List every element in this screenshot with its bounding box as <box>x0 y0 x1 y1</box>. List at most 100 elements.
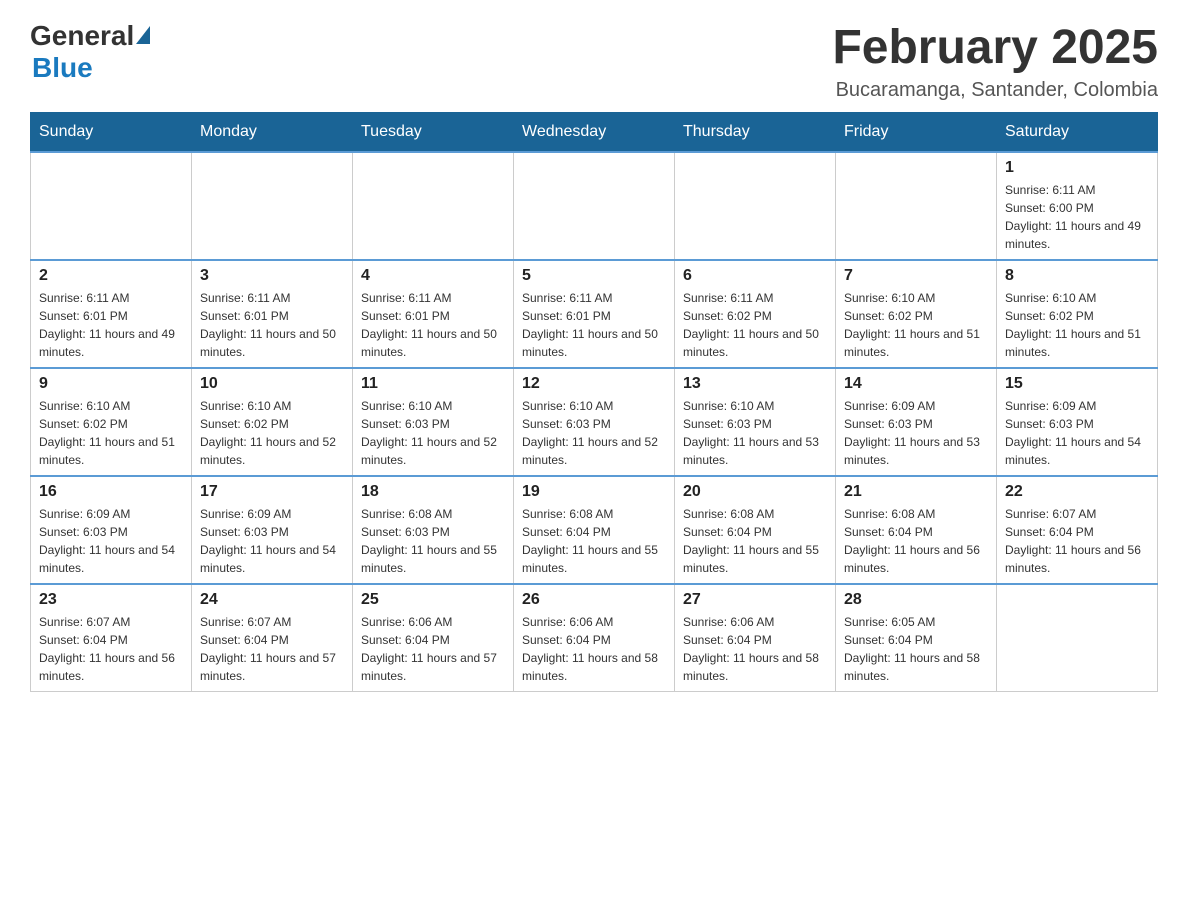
day-info: Sunrise: 6:08 AMSunset: 6:04 PMDaylight:… <box>683 505 827 577</box>
calendar-cell <box>997 584 1158 692</box>
day-number: 19 <box>522 483 666 501</box>
day-number: 16 <box>39 483 183 501</box>
day-number: 26 <box>522 591 666 609</box>
day-number: 15 <box>1005 375 1149 393</box>
calendar-cell: 1 Sunrise: 6:11 AMSunset: 6:00 PMDaylight… <box>997 152 1158 260</box>
calendar-cell <box>514 152 675 260</box>
logo-general-text: General <box>30 20 134 52</box>
header-sunday: Sunday <box>31 113 192 153</box>
day-info: Sunrise: 6:11 AMSunset: 6:02 PMDaylight:… <box>683 289 827 361</box>
day-number: 17 <box>200 483 344 501</box>
week-row-0: 1 Sunrise: 6:11 AMSunset: 6:00 PMDaylight… <box>31 152 1158 260</box>
day-info: Sunrise: 6:11 AMSunset: 6:01 PMDaylight:… <box>361 289 505 361</box>
day-number: 20 <box>683 483 827 501</box>
calendar-cell: 12 Sunrise: 6:10 AMSunset: 6:03 PMDayligh… <box>514 368 675 476</box>
day-number: 9 <box>39 375 183 393</box>
calendar-cell <box>836 152 997 260</box>
day-number: 25 <box>361 591 505 609</box>
calendar-cell: 13 Sunrise: 6:10 AMSunset: 6:03 PMDayligh… <box>675 368 836 476</box>
day-number: 8 <box>1005 267 1149 285</box>
day-number: 12 <box>522 375 666 393</box>
day-number: 1 <box>1005 159 1149 177</box>
week-row-1: 2 Sunrise: 6:11 AMSunset: 6:01 PMDaylight… <box>31 260 1158 368</box>
day-number: 5 <box>522 267 666 285</box>
calendar-cell <box>353 152 514 260</box>
calendar-cell: 19 Sunrise: 6:08 AMSunset: 6:04 PMDayligh… <box>514 476 675 584</box>
calendar-cell: 17 Sunrise: 6:09 AMSunset: 6:03 PMDayligh… <box>192 476 353 584</box>
calendar-cell: 25 Sunrise: 6:06 AMSunset: 6:04 PMDayligh… <box>353 584 514 692</box>
day-info: Sunrise: 6:06 AMSunset: 6:04 PMDaylight:… <box>361 613 505 685</box>
day-number: 11 <box>361 375 505 393</box>
calendar-cell: 23 Sunrise: 6:07 AMSunset: 6:04 PMDayligh… <box>31 584 192 692</box>
calendar-cell: 20 Sunrise: 6:08 AMSunset: 6:04 PMDayligh… <box>675 476 836 584</box>
day-number: 18 <box>361 483 505 501</box>
calendar-cell: 18Sunrise: 6:08 AMSunset: 6:03 PMDayligh… <box>353 476 514 584</box>
week-row-2: 9 Sunrise: 6:10 AMSunset: 6:02 PMDaylight… <box>31 368 1158 476</box>
day-info: Sunrise: 6:10 AMSunset: 6:02 PMDaylight:… <box>844 289 988 361</box>
calendar-cell: 24 Sunrise: 6:07 AMSunset: 6:04 PMDayligh… <box>192 584 353 692</box>
day-number: 24 <box>200 591 344 609</box>
calendar-cell: 16 Sunrise: 6:09 AMSunset: 6:03 PMDayligh… <box>31 476 192 584</box>
day-info: Sunrise: 6:10 AMSunset: 6:02 PMDaylight:… <box>1005 289 1149 361</box>
calendar-table: SundayMondayTuesdayWednesdayThursdayFrid… <box>30 112 1158 692</box>
day-info: Sunrise: 6:11 AMSunset: 6:01 PMDaylight:… <box>522 289 666 361</box>
calendar-cell: 28 Sunrise: 6:05 AMSunset: 6:04 PMDayligh… <box>836 584 997 692</box>
day-info: Sunrise: 6:10 AMSunset: 6:03 PMDaylight:… <box>683 397 827 469</box>
day-info: Sunrise: 6:07 AMSunset: 6:04 PMDaylight:… <box>39 613 183 685</box>
header-thursday: Thursday <box>675 113 836 153</box>
day-number: 21 <box>844 483 988 501</box>
week-row-4: 23 Sunrise: 6:07 AMSunset: 6:04 PMDayligh… <box>31 584 1158 692</box>
calendar-cell <box>31 152 192 260</box>
day-info: Sunrise: 6:05 AMSunset: 6:04 PMDaylight:… <box>844 613 988 685</box>
day-info: Sunrise: 6:07 AMSunset: 6:04 PMDaylight:… <box>200 613 344 685</box>
day-number: 2 <box>39 267 183 285</box>
calendar-header: SundayMondayTuesdayWednesdayThursdayFrid… <box>31 113 1158 153</box>
day-info: Sunrise: 6:09 AMSunset: 6:03 PMDaylight:… <box>1005 397 1149 469</box>
day-number: 7 <box>844 267 988 285</box>
calendar-cell: 2Sunrise: 6:11 AMSunset: 6:01 PMDaylight… <box>31 260 192 368</box>
header-friday: Friday <box>836 113 997 153</box>
calendar-cell: 14 Sunrise: 6:09 AMSunset: 6:03 PMDayligh… <box>836 368 997 476</box>
calendar-cell: 21 Sunrise: 6:08 AMSunset: 6:04 PMDayligh… <box>836 476 997 584</box>
calendar-cell: 4Sunrise: 6:11 AMSunset: 6:01 PMDaylight… <box>353 260 514 368</box>
day-info: Sunrise: 6:06 AMSunset: 6:04 PMDaylight:… <box>522 613 666 685</box>
calendar-cell: 9 Sunrise: 6:10 AMSunset: 6:02 PMDaylight… <box>31 368 192 476</box>
day-info: Sunrise: 6:08 AMSunset: 6:04 PMDaylight:… <box>522 505 666 577</box>
day-info: Sunrise: 6:10 AMSunset: 6:02 PMDaylight:… <box>200 397 344 469</box>
day-info: Sunrise: 6:09 AMSunset: 6:03 PMDaylight:… <box>200 505 344 577</box>
day-info: Sunrise: 6:09 AMSunset: 6:03 PMDaylight:… <box>844 397 988 469</box>
location-subtitle: Bucaramanga, Santander, Colombia <box>832 79 1158 102</box>
day-number: 14 <box>844 375 988 393</box>
title-section: February 2025 Bucaramanga, Santander, Co… <box>832 20 1158 102</box>
calendar-cell: 5 Sunrise: 6:11 AMSunset: 6:01 PMDaylight… <box>514 260 675 368</box>
calendar-cell: 22Sunrise: 6:07 AMSunset: 6:04 PMDayligh… <box>997 476 1158 584</box>
calendar-cell: 11Sunrise: 6:10 AMSunset: 6:03 PMDayligh… <box>353 368 514 476</box>
day-number: 23 <box>39 591 183 609</box>
calendar-cell: 27Sunrise: 6:06 AMSunset: 6:04 PMDayligh… <box>675 584 836 692</box>
calendar-cell <box>192 152 353 260</box>
calendar-cell: 3 Sunrise: 6:11 AMSunset: 6:01 PMDaylight… <box>192 260 353 368</box>
calendar-cell: 26 Sunrise: 6:06 AMSunset: 6:04 PMDayligh… <box>514 584 675 692</box>
day-number: 3 <box>200 267 344 285</box>
calendar-cell: 8 Sunrise: 6:10 AMSunset: 6:02 PMDaylight… <box>997 260 1158 368</box>
day-info: Sunrise: 6:10 AMSunset: 6:03 PMDaylight:… <box>522 397 666 469</box>
day-info: Sunrise: 6:07 AMSunset: 6:04 PMDaylight:… <box>1005 505 1149 577</box>
day-info: Sunrise: 6:11 AMSunset: 6:01 PMDaylight:… <box>200 289 344 361</box>
calendar-cell: 15 Sunrise: 6:09 AMSunset: 6:03 PMDayligh… <box>997 368 1158 476</box>
header-row: SundayMondayTuesdayWednesdayThursdayFrid… <box>31 113 1158 153</box>
day-info: Sunrise: 6:09 AMSunset: 6:03 PMDaylight:… <box>39 505 183 577</box>
day-info: Sunrise: 6:11 AMSunset: 6:00 PMDaylight:… <box>1005 181 1149 253</box>
day-number: 10 <box>200 375 344 393</box>
logo-blue-text: Blue <box>32 52 93 84</box>
day-number: 13 <box>683 375 827 393</box>
calendar-cell: 7 Sunrise: 6:10 AMSunset: 6:02 PMDaylight… <box>836 260 997 368</box>
day-number: 28 <box>844 591 988 609</box>
header-wednesday: Wednesday <box>514 113 675 153</box>
logo: General Blue <box>30 20 150 84</box>
calendar-cell: 6Sunrise: 6:11 AMSunset: 6:02 PMDaylight… <box>675 260 836 368</box>
header-monday: Monday <box>192 113 353 153</box>
calendar-cell: 10 Sunrise: 6:10 AMSunset: 6:02 PMDayligh… <box>192 368 353 476</box>
day-info: Sunrise: 6:10 AMSunset: 6:02 PMDaylight:… <box>39 397 183 469</box>
month-year-title: February 2025 <box>832 20 1158 75</box>
day-info: Sunrise: 6:08 AMSunset: 6:04 PMDaylight:… <box>844 505 988 577</box>
